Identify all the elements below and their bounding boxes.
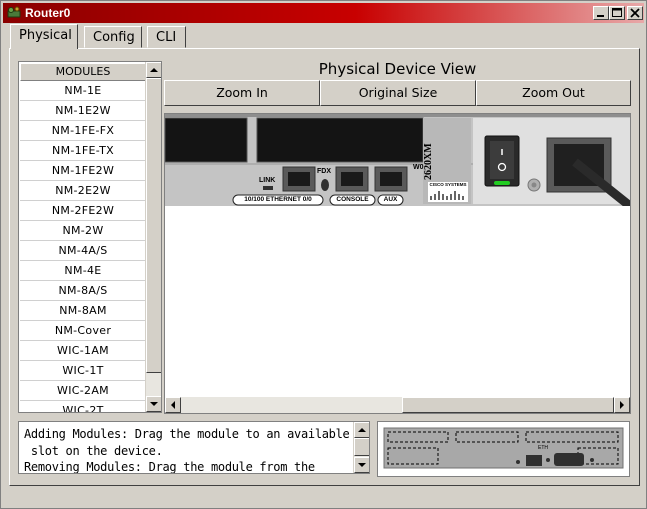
scroll-down-button[interactable]: [146, 396, 161, 412]
module-preview-image: [378, 422, 629, 476]
help-scroll-thumb[interactable]: [354, 438, 369, 456]
title-bar[interactable]: Router0: [3, 3, 644, 23]
module-preview: ETH: [377, 421, 630, 477]
modules-scrollbar[interactable]: [145, 62, 161, 412]
cisco-brand-label: CISCO SYSTEMS: [429, 182, 467, 187]
help-scroll-down-button[interactable]: [354, 457, 369, 473]
preview-serial-port: [554, 453, 584, 466]
module-item[interactable]: WIC-2AM: [20, 382, 146, 401]
modules-header: MODULES: [20, 63, 146, 81]
empty-slot[interactable]: [256, 117, 424, 163]
physical-device-view-title: Physical Device View: [318, 60, 477, 78]
zoom-in-button[interactable]: Zoom In: [164, 80, 320, 106]
tab-cli[interactable]: CLI: [147, 26, 186, 48]
hscroll-thumb[interactable]: [402, 397, 614, 413]
power-led: [494, 181, 510, 185]
minimize-button[interactable]: [593, 6, 609, 20]
help-text: Adding Modules: Drag the module to an av…: [24, 426, 350, 474]
help-line: slot on the device.: [24, 443, 163, 458]
module-item[interactable]: WIC-1T: [20, 362, 146, 381]
arrow-up-icon: [150, 68, 158, 72]
scroll-thumb[interactable]: [146, 78, 161, 373]
tab-physical[interactable]: Physical: [10, 24, 78, 49]
module-item[interactable]: NM-8A/S: [20, 282, 146, 301]
help-line: Adding Modules: Drag the module to an av…: [24, 427, 350, 441]
link-label: LINK: [259, 177, 276, 184]
module-item[interactable]: NM-1FE-FX: [20, 122, 146, 141]
scroll-up-button[interactable]: [146, 62, 161, 78]
arrow-right-icon: [620, 401, 624, 409]
scroll-right-button[interactable]: [614, 397, 630, 413]
maximize-icon: [612, 8, 622, 17]
arrow-left-icon: [171, 401, 175, 409]
module-item[interactable]: NM-2E2W: [20, 182, 146, 201]
link-led: [263, 186, 273, 190]
device-view-hscrollbar[interactable]: [165, 397, 630, 413]
help-textarea[interactable]: Adding Modules: Drag the module to an av…: [18, 421, 370, 474]
module-item[interactable]: NM-1FE2W: [20, 162, 146, 181]
window-title: Router0: [25, 6, 71, 20]
module-item[interactable]: NM-4A/S: [20, 242, 146, 261]
arrow-down-icon: [358, 463, 366, 467]
help-line: Removing Modules: Drag the module from t…: [24, 460, 315, 474]
empty-slot[interactable]: [165, 117, 248, 163]
module-item[interactable]: NM-1FE-TX: [20, 142, 146, 161]
close-button[interactable]: [627, 6, 643, 20]
module-item[interactable]: NM-4E: [20, 262, 146, 281]
tab-config[interactable]: Config: [84, 26, 142, 48]
module-item[interactable]: NM-8AM: [20, 302, 146, 321]
module-item[interactable]: NM-2FE2W: [20, 202, 146, 221]
router-window: Router0 Physical Config CLI MODULES NM-1…: [0, 0, 647, 509]
zoom-out-button[interactable]: Zoom Out: [476, 80, 631, 106]
ethernet-port-label: 10/100 ETHERNET 0/0: [244, 196, 312, 203]
w0-label: W0: [413, 164, 424, 171]
fdx-label: FDX: [317, 168, 331, 175]
module-item[interactable]: WIC-1AM: [20, 342, 146, 361]
console-port-label: CONSOLE: [336, 196, 369, 203]
module-item[interactable]: NM-Cover: [20, 322, 146, 341]
minimize-icon: [597, 15, 604, 17]
help-scrollbar[interactable]: [353, 422, 369, 473]
module-item[interactable]: NM-2W: [20, 222, 146, 241]
preview-slot-label: ETH: [538, 445, 548, 451]
close-icon: [630, 8, 640, 18]
arrow-up-icon: [358, 428, 366, 432]
router-model-label: 2620XM: [423, 143, 434, 181]
modules-list[interactable]: MODULES NM-1E NM-1E2W NM-1FE-FX NM-1FE-T…: [18, 61, 162, 413]
arrow-down-icon: [150, 402, 158, 406]
original-size-button[interactable]: Original Size: [320, 80, 476, 106]
scroll-left-button[interactable]: [165, 397, 181, 413]
fdx-led: [321, 179, 329, 191]
router-app-icon: [7, 6, 21, 18]
maximize-button[interactable]: [609, 6, 625, 20]
module-item[interactable]: WIC-2T: [20, 402, 146, 412]
module-item[interactable]: NM-1E2W: [20, 102, 146, 121]
device-view-canvas[interactable]: 2620XM CISCO SYSTEMS LINK FDX W0 10/100 …: [164, 113, 631, 414]
module-item[interactable]: NM-1E: [20, 82, 146, 101]
help-scroll-up-button[interactable]: [354, 422, 369, 438]
preview-ethernet-port: [526, 455, 542, 466]
router-chassis: [165, 114, 630, 206]
aux-port-label: AUX: [383, 196, 398, 203]
